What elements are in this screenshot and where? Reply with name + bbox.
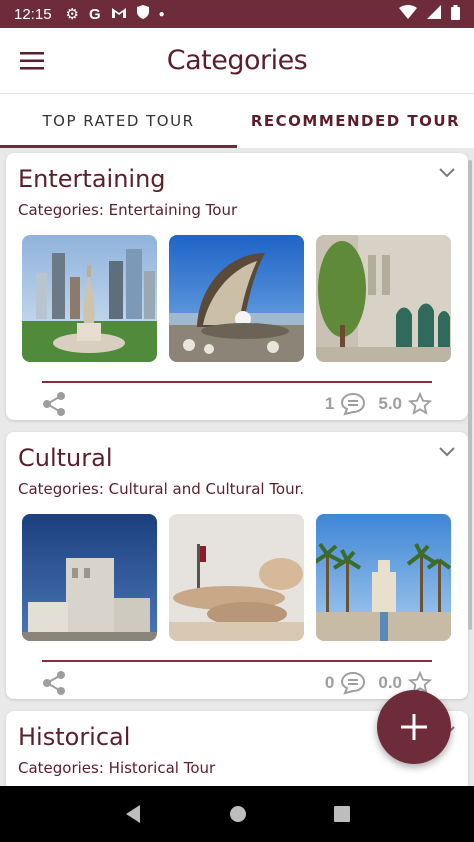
card-title: Cultural: [18, 444, 113, 472]
wifi-icon: [399, 5, 417, 23]
signal-icon: [427, 5, 441, 23]
recents-icon[interactable]: [334, 806, 351, 822]
category-card-cultural[interactable]: Cultural Categories: Cultural and Cultur…: [6, 432, 468, 699]
notification-icons: ⚙ G ●: [66, 5, 165, 23]
hamburger-menu-icon: [20, 51, 44, 69]
card-subtitle: Categories: Cultural and Cultural Tour.: [18, 480, 305, 498]
app-bar: Categories: [0, 28, 474, 94]
card-title: Historical: [18, 723, 131, 751]
dot-icon: ●: [158, 8, 165, 20]
museum-islamic-art-image[interactable]: [316, 514, 451, 641]
category-card-entertaining[interactable]: Entertaining Categories: Entertaining To…: [6, 153, 468, 420]
card-stats: 1 5.0: [325, 392, 432, 416]
card-subtitle: Categories: Historical Tour: [18, 759, 216, 777]
comment-icon[interactable]: [340, 671, 366, 695]
comment-count: 1: [324, 394, 335, 413]
tab-recommended-tour[interactable]: RECOMMENDED TOUR: [237, 94, 474, 148]
doha-skyline-image[interactable]: [22, 235, 157, 362]
battery-icon: [451, 4, 460, 24]
card-title: Entertaining: [18, 165, 166, 193]
plus-icon: [401, 714, 427, 740]
share-icon[interactable]: [42, 670, 66, 696]
home-icon[interactable]: [229, 805, 247, 823]
status-time: 12:15: [14, 5, 52, 23]
category-list[interactable]: Entertaining Categories: Entertaining To…: [0, 148, 474, 786]
fire-station-museum-image[interactable]: [22, 514, 157, 641]
add-tour-button[interactable]: [377, 690, 451, 764]
national-museum-image[interactable]: [169, 514, 304, 641]
card-divider: [42, 381, 432, 383]
system-nav-bar: [0, 786, 474, 842]
comment-icon[interactable]: [340, 392, 366, 416]
shield-icon: [136, 5, 149, 23]
pearl-monument-image[interactable]: [169, 235, 304, 362]
menu-button[interactable]: [0, 28, 64, 94]
gmail-icon: [111, 6, 127, 23]
comment-count: 0: [324, 673, 335, 692]
share-icon[interactable]: [42, 391, 66, 417]
chevron-down-icon[interactable]: [438, 446, 456, 458]
rating-value: 0.0: [378, 673, 402, 692]
settings-gear-icon: ⚙: [65, 6, 79, 23]
tab-top-rated-tour[interactable]: TOP RATED TOUR: [0, 94, 237, 148]
star-icon[interactable]: [408, 392, 432, 416]
scrollbar[interactable]: [468, 160, 472, 630]
mosque-courtyard-image[interactable]: [316, 235, 451, 362]
card-subtitle: Categories: Entertaining Tour: [18, 201, 238, 219]
card-image-row: [22, 514, 451, 641]
status-bar: 12:15 ⚙ G ●: [0, 0, 474, 28]
rating-value: 5.0: [378, 394, 402, 413]
tab-bar: TOP RATED TOUR RECOMMENDED TOUR: [0, 94, 474, 148]
chevron-down-icon[interactable]: [438, 167, 456, 179]
card-divider: [42, 660, 432, 662]
google-icon: G: [89, 5, 101, 23]
card-image-row: [22, 235, 451, 362]
page-title: Categories: [166, 45, 308, 76]
back-icon[interactable]: [124, 804, 142, 824]
